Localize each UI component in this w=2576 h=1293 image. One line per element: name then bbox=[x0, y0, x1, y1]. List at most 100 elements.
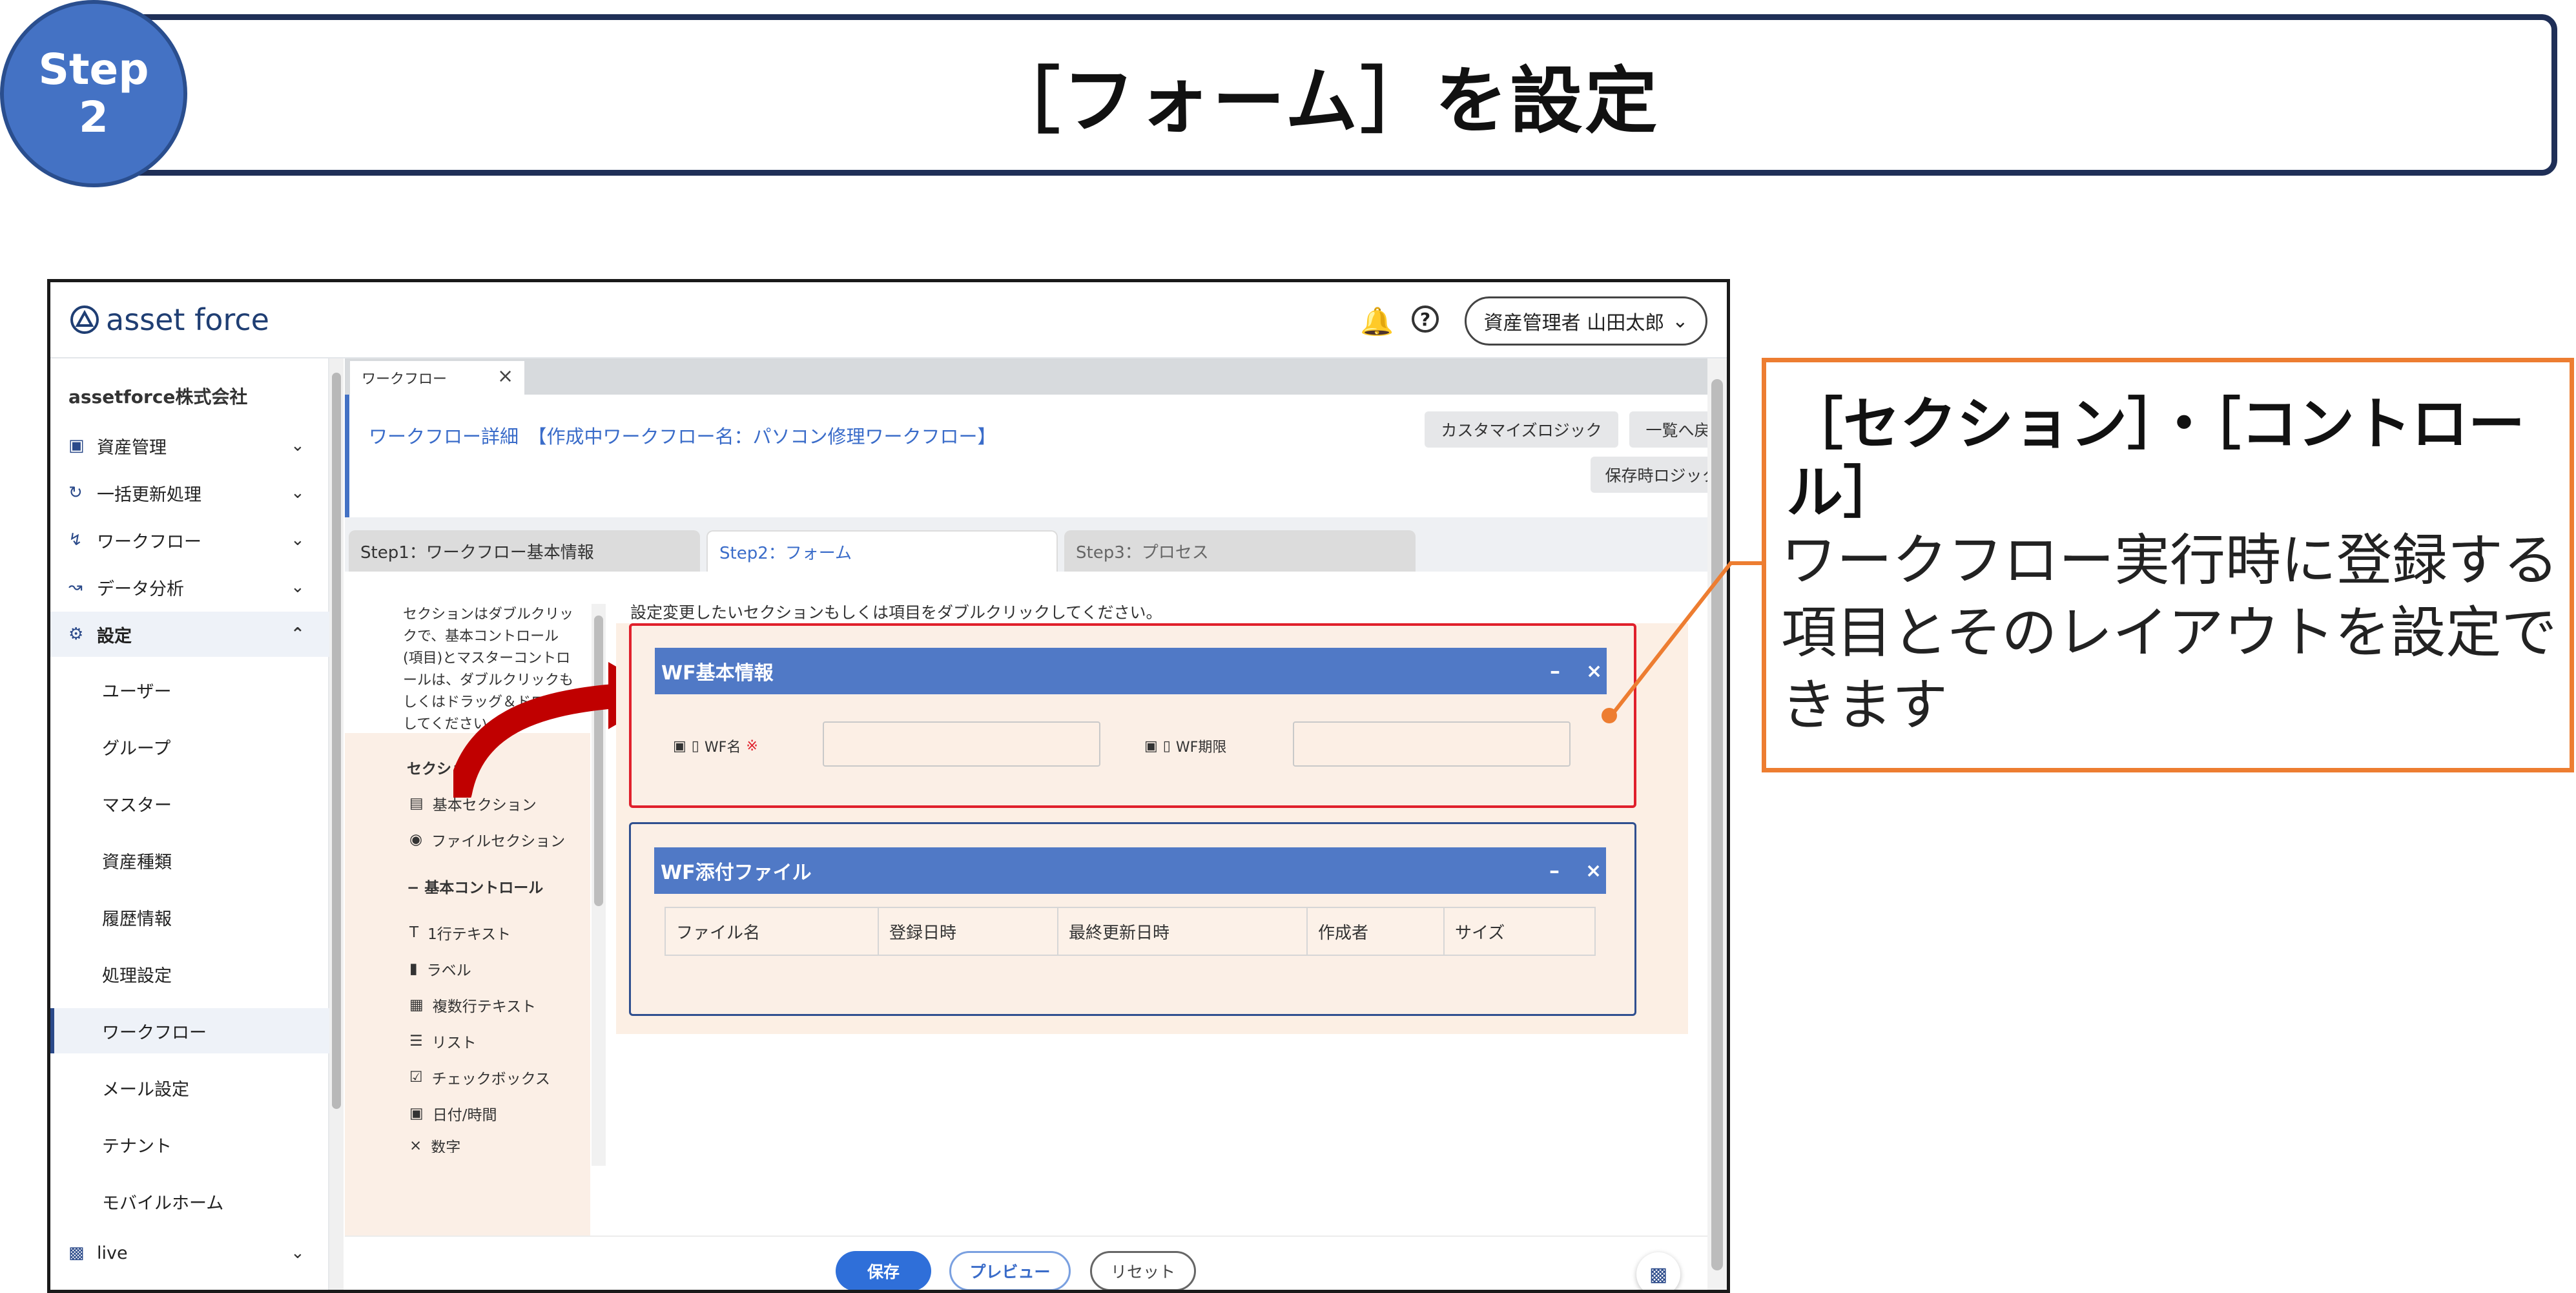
chat-support-icon[interactable]: ▩ bbox=[1636, 1252, 1680, 1290]
palette-list-control[interactable]: ☰ リスト bbox=[409, 1030, 477, 1052]
palette-text-control[interactable]: T 1行テキスト bbox=[409, 922, 511, 944]
bell-icon[interactable]: 🔔 bbox=[1360, 305, 1394, 338]
sidebar-sub-groups[interactable]: グループ bbox=[50, 724, 329, 769]
tab-step3[interactable]: Step3：プロセス bbox=[1064, 530, 1416, 572]
analytics-icon: ↝ bbox=[68, 577, 83, 597]
palette-item-label: 数字 bbox=[431, 1139, 461, 1153]
minimize-icon[interactable]: – bbox=[1550, 659, 1560, 683]
cube-icon: ▣ bbox=[68, 436, 85, 455]
palette-item-label: チェックボックス bbox=[431, 1071, 550, 1088]
step-tab-label: Step2：フォーム bbox=[719, 543, 852, 563]
button-label: 保存時ロジック bbox=[1605, 466, 1718, 485]
sidebar-sub-workflow[interactable]: ワークフロー bbox=[50, 1008, 329, 1053]
button-label: 保存 bbox=[867, 1263, 900, 1281]
page-scroll-thumb[interactable] bbox=[1711, 379, 1723, 1270]
sidebar-sub-tenant[interactable]: テナント bbox=[50, 1122, 329, 1167]
column-header: ファイル名 bbox=[666, 908, 879, 955]
button-label: リセット bbox=[1110, 1263, 1175, 1281]
section-header: WF基本情報 – × bbox=[655, 648, 1607, 694]
palette-item-label: 1行テキスト bbox=[428, 926, 511, 943]
sidebar-sub-label: ワークフロー bbox=[102, 1022, 207, 1043]
sidebar-item-asset-management[interactable]: ▣ 資産管理 ⌄ bbox=[50, 423, 329, 468]
sidebar-sub-label: マスター bbox=[102, 795, 172, 816]
footer-bar: 保存 プレビュー リセット ▩ bbox=[345, 1236, 1707, 1290]
attachment-icon: ◉ bbox=[409, 831, 423, 848]
mobile-icon: ▯ bbox=[691, 738, 699, 754]
sidebar-sub-master[interactable]: マスター bbox=[50, 781, 329, 826]
banner-title: ［フォーム］を設定 bbox=[987, 59, 1660, 143]
app-logo[interactable]: asset force bbox=[70, 300, 269, 339]
section-wf-attachments[interactable]: WF添付ファイル – × ファイル名 登録日時 最終更新日時 作成者 サイズ bbox=[629, 822, 1636, 1016]
wf-name-input[interactable] bbox=[823, 721, 1100, 767]
sidebar-item-label: データ分析 bbox=[97, 579, 184, 599]
close-icon[interactable]: × bbox=[1585, 860, 1602, 882]
save-button[interactable]: 保存 bbox=[836, 1251, 931, 1290]
app-header: asset force 🔔 ? 資産管理者 山田太郎 ⌄ bbox=[50, 282, 1727, 358]
sidebar-sub-mobile-home[interactable]: モバイルホーム bbox=[50, 1179, 329, 1224]
palette-multiline-control[interactable]: ▦ 複数行テキスト bbox=[409, 994, 536, 1016]
minimize-icon[interactable]: – bbox=[1549, 858, 1560, 883]
sidebar-sub-asset-types[interactable]: 資産種類 bbox=[50, 838, 329, 883]
sidebar-sub-mail-settings[interactable]: メール設定 bbox=[50, 1065, 329, 1110]
label-icon: ▮ bbox=[409, 960, 418, 977]
sidebar-sub-users[interactable]: ユーザー bbox=[50, 667, 329, 712]
logo-icon bbox=[70, 305, 99, 334]
sidebar-sub-label: モバイルホーム bbox=[102, 1193, 224, 1214]
chat-icon: ▩ bbox=[68, 1243, 85, 1263]
palette-item-label: リスト bbox=[431, 1035, 477, 1051]
sidebar-item-workflow[interactable]: ↯ ワークフロー ⌄ bbox=[50, 517, 329, 563]
tab-label: ワークフロー bbox=[362, 371, 448, 388]
required-mark: ※ bbox=[746, 738, 758, 754]
sidebar-item-label: 資産管理 bbox=[97, 437, 167, 458]
callout-connector-icon bbox=[1602, 561, 1762, 723]
user-menu-button[interactable]: 資産管理者 山田太郎 ⌄ bbox=[1465, 296, 1707, 346]
palette-controls-heading: − 基本コントロール bbox=[407, 875, 543, 897]
app-screenshot: asset force 🔔 ? 資産管理者 山田太郎 ⌄ assetforce株… bbox=[47, 279, 1730, 1293]
palette-label-control[interactable]: ▮ ラベル bbox=[409, 958, 471, 980]
calendar-icon: ▣ bbox=[409, 1105, 424, 1122]
sidebar-item-label: live bbox=[97, 1243, 128, 1263]
step-tab-label: Step3：プロセス bbox=[1076, 543, 1209, 563]
page-header: ワークフロー詳細 【作成中ワークフロー名：パソコン修理ワークフロー】 カスタマイ… bbox=[345, 395, 1727, 517]
step-tabs: Step1：ワークフロー基本情報 Step2：フォーム Step3：プロセス bbox=[345, 517, 1707, 572]
sidebar-scroll-thumb[interactable] bbox=[332, 373, 341, 1109]
preview-button[interactable]: プレビュー bbox=[949, 1251, 1071, 1290]
palette-item-label: ラベル bbox=[426, 962, 471, 979]
reset-button[interactable]: リセット bbox=[1090, 1251, 1196, 1290]
sidebar-item-data-analysis[interactable]: ↝ データ分析 ⌄ bbox=[50, 564, 329, 610]
sidebar-sub-process-settings[interactable]: 処理設定 bbox=[50, 951, 329, 997]
section-wf-basic-info[interactable]: WF基本情報 – × ▣ ▯ WF名 ※ ▣ ▯ WF期限 bbox=[629, 623, 1636, 808]
sidebar-sub-history[interactable]: 履歴情報 bbox=[50, 895, 329, 940]
tab-step2[interactable]: Step2：フォーム bbox=[706, 530, 1058, 572]
column-header: 登録日時 bbox=[879, 908, 1058, 955]
sidebar-item-live[interactable]: ▩ live ⌄ bbox=[50, 1230, 329, 1276]
palette-heading-label: 基本コントロール bbox=[424, 880, 544, 896]
close-icon[interactable]: × bbox=[1586, 660, 1602, 683]
lock-icon: ▣ bbox=[1144, 738, 1158, 754]
help-icon[interactable]: ? bbox=[1412, 305, 1439, 333]
sidebar-sub-label: テナント bbox=[102, 1136, 172, 1157]
customize-logic-button[interactable]: カスタマイズロジック bbox=[1425, 411, 1618, 448]
step-label: Step bbox=[38, 45, 149, 94]
sidebar-item-settings[interactable]: ⚙ 設定 ⌃ bbox=[50, 612, 329, 657]
field-label-text: WF期限 bbox=[1175, 740, 1227, 756]
close-icon[interactable]: × bbox=[497, 365, 513, 388]
sidebar-sub-label: グループ bbox=[102, 738, 171, 759]
tab-step1[interactable]: Step1：ワークフロー基本情報 bbox=[349, 530, 700, 572]
field-label-wf-name: ▣ ▯ WF名 ※ bbox=[673, 736, 758, 756]
field-label-text: WF名 bbox=[704, 740, 741, 756]
palette-file-section[interactable]: ◉ ファイルセクション bbox=[409, 829, 565, 851]
section-icon: ▤ bbox=[409, 795, 424, 812]
palette-item-label: ファイルセクション bbox=[431, 833, 566, 850]
instruction-text: 設定変更したいセクションもしくは項目をダブルクリックしてください。 bbox=[630, 603, 1162, 622]
sidebar-sub-label: メール設定 bbox=[102, 1079, 189, 1100]
chevron-down-icon: ⌄ bbox=[291, 530, 305, 550]
tab-bar: ワークフロー × bbox=[345, 358, 1707, 395]
sidebar-item-bulk-update[interactable]: ↻ 一括更新処理 ⌄ bbox=[50, 470, 329, 515]
wf-deadline-input[interactable] bbox=[1293, 721, 1571, 767]
chevron-down-icon: ⌄ bbox=[291, 483, 305, 502]
palette-item-label: 日付/時間 bbox=[432, 1107, 497, 1124]
palette-checkbox-control[interactable]: ☑ チェックボックス bbox=[409, 1066, 550, 1088]
palette-number-control[interactable]: × 数字 bbox=[409, 1139, 460, 1153]
palette-date-control[interactable]: ▣ 日付/時間 bbox=[409, 1102, 497, 1124]
